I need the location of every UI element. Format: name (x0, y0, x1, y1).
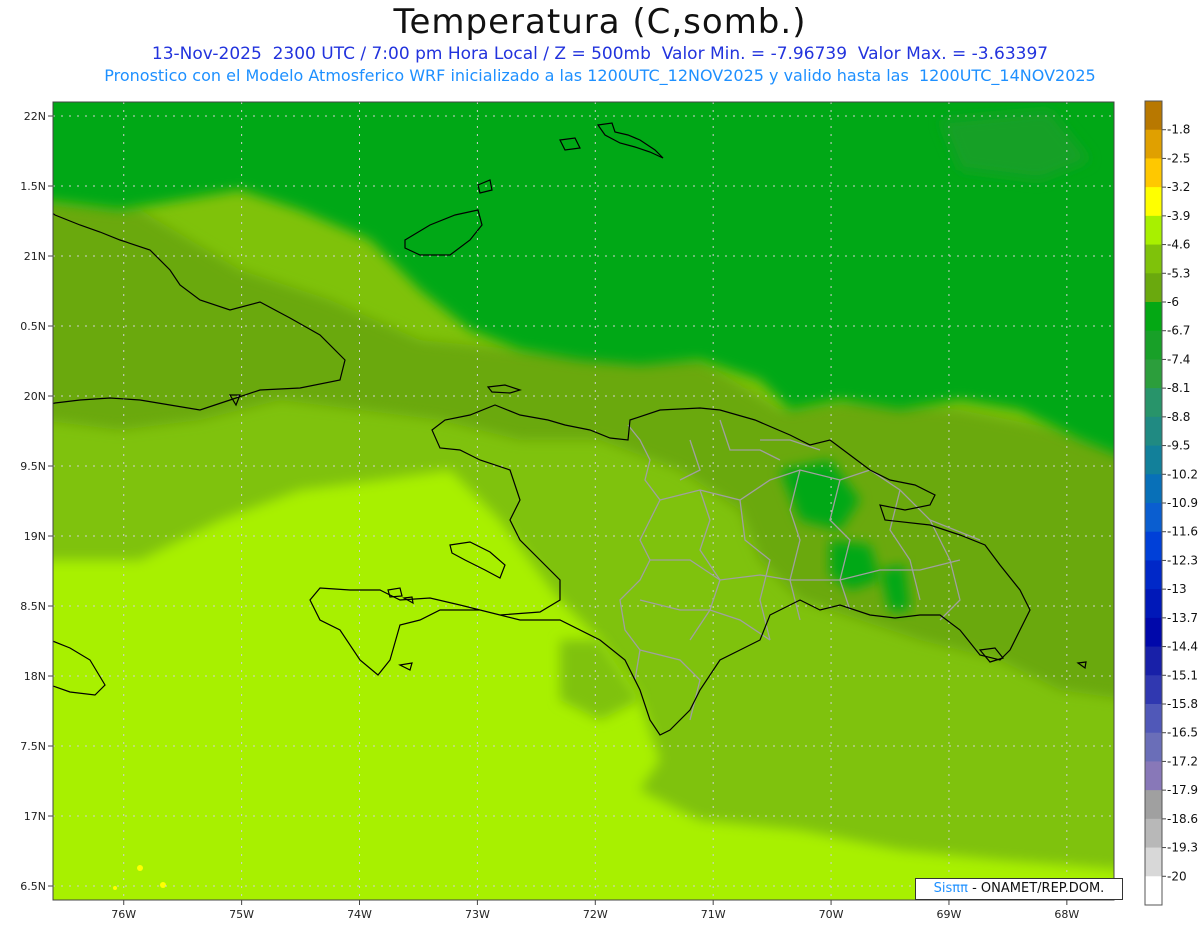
colorbar-label: -7.4 (1167, 352, 1190, 366)
forecast-map: 22N 1.5N 21N 0.5N 20N 9.5N 19N 8.5N 18N 7.5N 17N 6.… (20, 100, 1198, 921)
colorbar: -1.8 -2.5 -3.2 -3.9 -4.6 -5.3 -6 -6.7 -7.4 -8.1 -8… (1144, 100, 1198, 906)
colorbar-label: -3.9 (1167, 209, 1190, 223)
colorbar-swatch (1145, 503, 1162, 533)
colorbar-swatch (1145, 761, 1162, 791)
colorbar-label: -20 (1167, 869, 1187, 883)
colorbar-label: -13.7 (1167, 611, 1198, 625)
credit-org: - ONAMET/REP.DOM. (972, 881, 1105, 896)
colorbar-label: -19.3 (1167, 841, 1198, 855)
lat-tick-label: 20N (24, 390, 46, 403)
lat-tick-label: 21N (24, 250, 46, 263)
lon-tick-label: 68W (1054, 908, 1079, 921)
colorbar-swatch (1145, 818, 1162, 849)
colorbar-label: -10.9 (1167, 496, 1198, 510)
colorbar-swatch (1145, 732, 1162, 762)
colorbar-swatch (1145, 589, 1162, 619)
lon-tick-label: 75W (229, 908, 254, 921)
colorbar-swatch (1145, 675, 1162, 705)
lat-tick-label: 6.5N (20, 880, 46, 893)
colorbar-swatch (1145, 474, 1162, 504)
colorbar-swatch (1145, 617, 1162, 648)
lat-tick-label: 7.5N (20, 740, 46, 753)
colorbar-swatch (1145, 302, 1162, 332)
colorbar-label: -5.3 (1167, 266, 1190, 280)
lon-tick-label: 72W (583, 908, 608, 921)
colorbar-label: -15.1 (1167, 668, 1198, 682)
colorbar-label: -2.5 (1167, 151, 1190, 165)
colorbar-swatch (1145, 646, 1162, 676)
colorbar-swatch (1145, 704, 1162, 734)
colorbar-label: -11.6 (1167, 525, 1198, 539)
lat-tick-label: 8.5N (20, 600, 46, 613)
credit-brand: Sisππ (933, 881, 968, 896)
lon-tick-label: 69W (937, 908, 962, 921)
colorbar-swatch (1145, 158, 1162, 188)
colorbar-swatch (1145, 560, 1162, 590)
temperature-field (53, 102, 1114, 900)
colorbar-swatch (1145, 416, 1162, 447)
lon-tick-label: 74W (347, 908, 372, 921)
lon-tick-label: 76W (111, 908, 136, 921)
colorbar-label: -18.6 (1167, 812, 1198, 826)
colorbar-swatch (1145, 847, 1162, 877)
lon-tick-label: 71W (701, 908, 726, 921)
colorbar-label: -6.7 (1167, 324, 1190, 338)
colorbar-label: -15.8 (1167, 697, 1198, 711)
colorbar-swatch (1145, 187, 1162, 217)
colorbar-label: -8.8 (1167, 410, 1190, 424)
lat-tick-label: 1.5N (20, 180, 46, 193)
colorbar-swatch (1145, 445, 1162, 475)
lon-tick-label: 70W (819, 908, 844, 921)
colorbar-label: -8.1 (1167, 381, 1190, 395)
colorbar-label: -10.2 (1167, 467, 1198, 481)
colorbar-label: -17.2 (1167, 754, 1198, 768)
lon-tick-label: 73W (465, 908, 490, 921)
lat-tick-label: 17N (24, 810, 46, 823)
colorbar-label: -1.8 (1167, 123, 1190, 137)
colorbar-swatch (1145, 101, 1162, 131)
colorbar-label: -4.6 (1167, 238, 1190, 252)
colorbar-label: -14.4 (1167, 640, 1198, 654)
lat-tick-label: 19N (24, 530, 46, 543)
colorbar-label: -6 (1167, 295, 1179, 309)
lat-tick-label: 9.5N (20, 460, 46, 473)
colorbar-swatch (1145, 531, 1162, 561)
colorbar-label: -16.5 (1167, 726, 1198, 740)
colorbar-swatch (1145, 359, 1162, 389)
latitude-axis: 22N 1.5N 21N 0.5N 20N 9.5N 19N 8.5N 18N 7.5N 17N 6.… (20, 110, 53, 893)
colorbar-label: -3.2 (1167, 180, 1190, 194)
colorbar-swatch (1145, 388, 1162, 418)
colorbar-label: -9.5 (1167, 439, 1190, 453)
lat-tick-label: 22N (24, 110, 46, 123)
colorbar-label: -13 (1167, 582, 1187, 596)
colorbar-label: -12.3 (1167, 553, 1198, 567)
colorbar-swatch (1145, 876, 1162, 906)
colorbar-swatch (1145, 330, 1162, 360)
colorbar-swatch (1145, 244, 1162, 274)
lat-tick-label: 0.5N (20, 320, 46, 333)
longitude-axis: 76W 75W 74W 73W 72W 71W 70W 69W 68W (111, 900, 1079, 921)
colorbar-swatch (1145, 129, 1162, 159)
lat-tick-label: 18N (24, 670, 46, 683)
colorbar-label: -17.9 (1167, 783, 1198, 797)
colorbar-swatch (1145, 273, 1162, 303)
credit-box: Sisππ - ONAMET/REP.DOM. (915, 878, 1123, 900)
colorbar-swatch (1145, 215, 1162, 246)
colorbar-swatch (1145, 790, 1162, 820)
